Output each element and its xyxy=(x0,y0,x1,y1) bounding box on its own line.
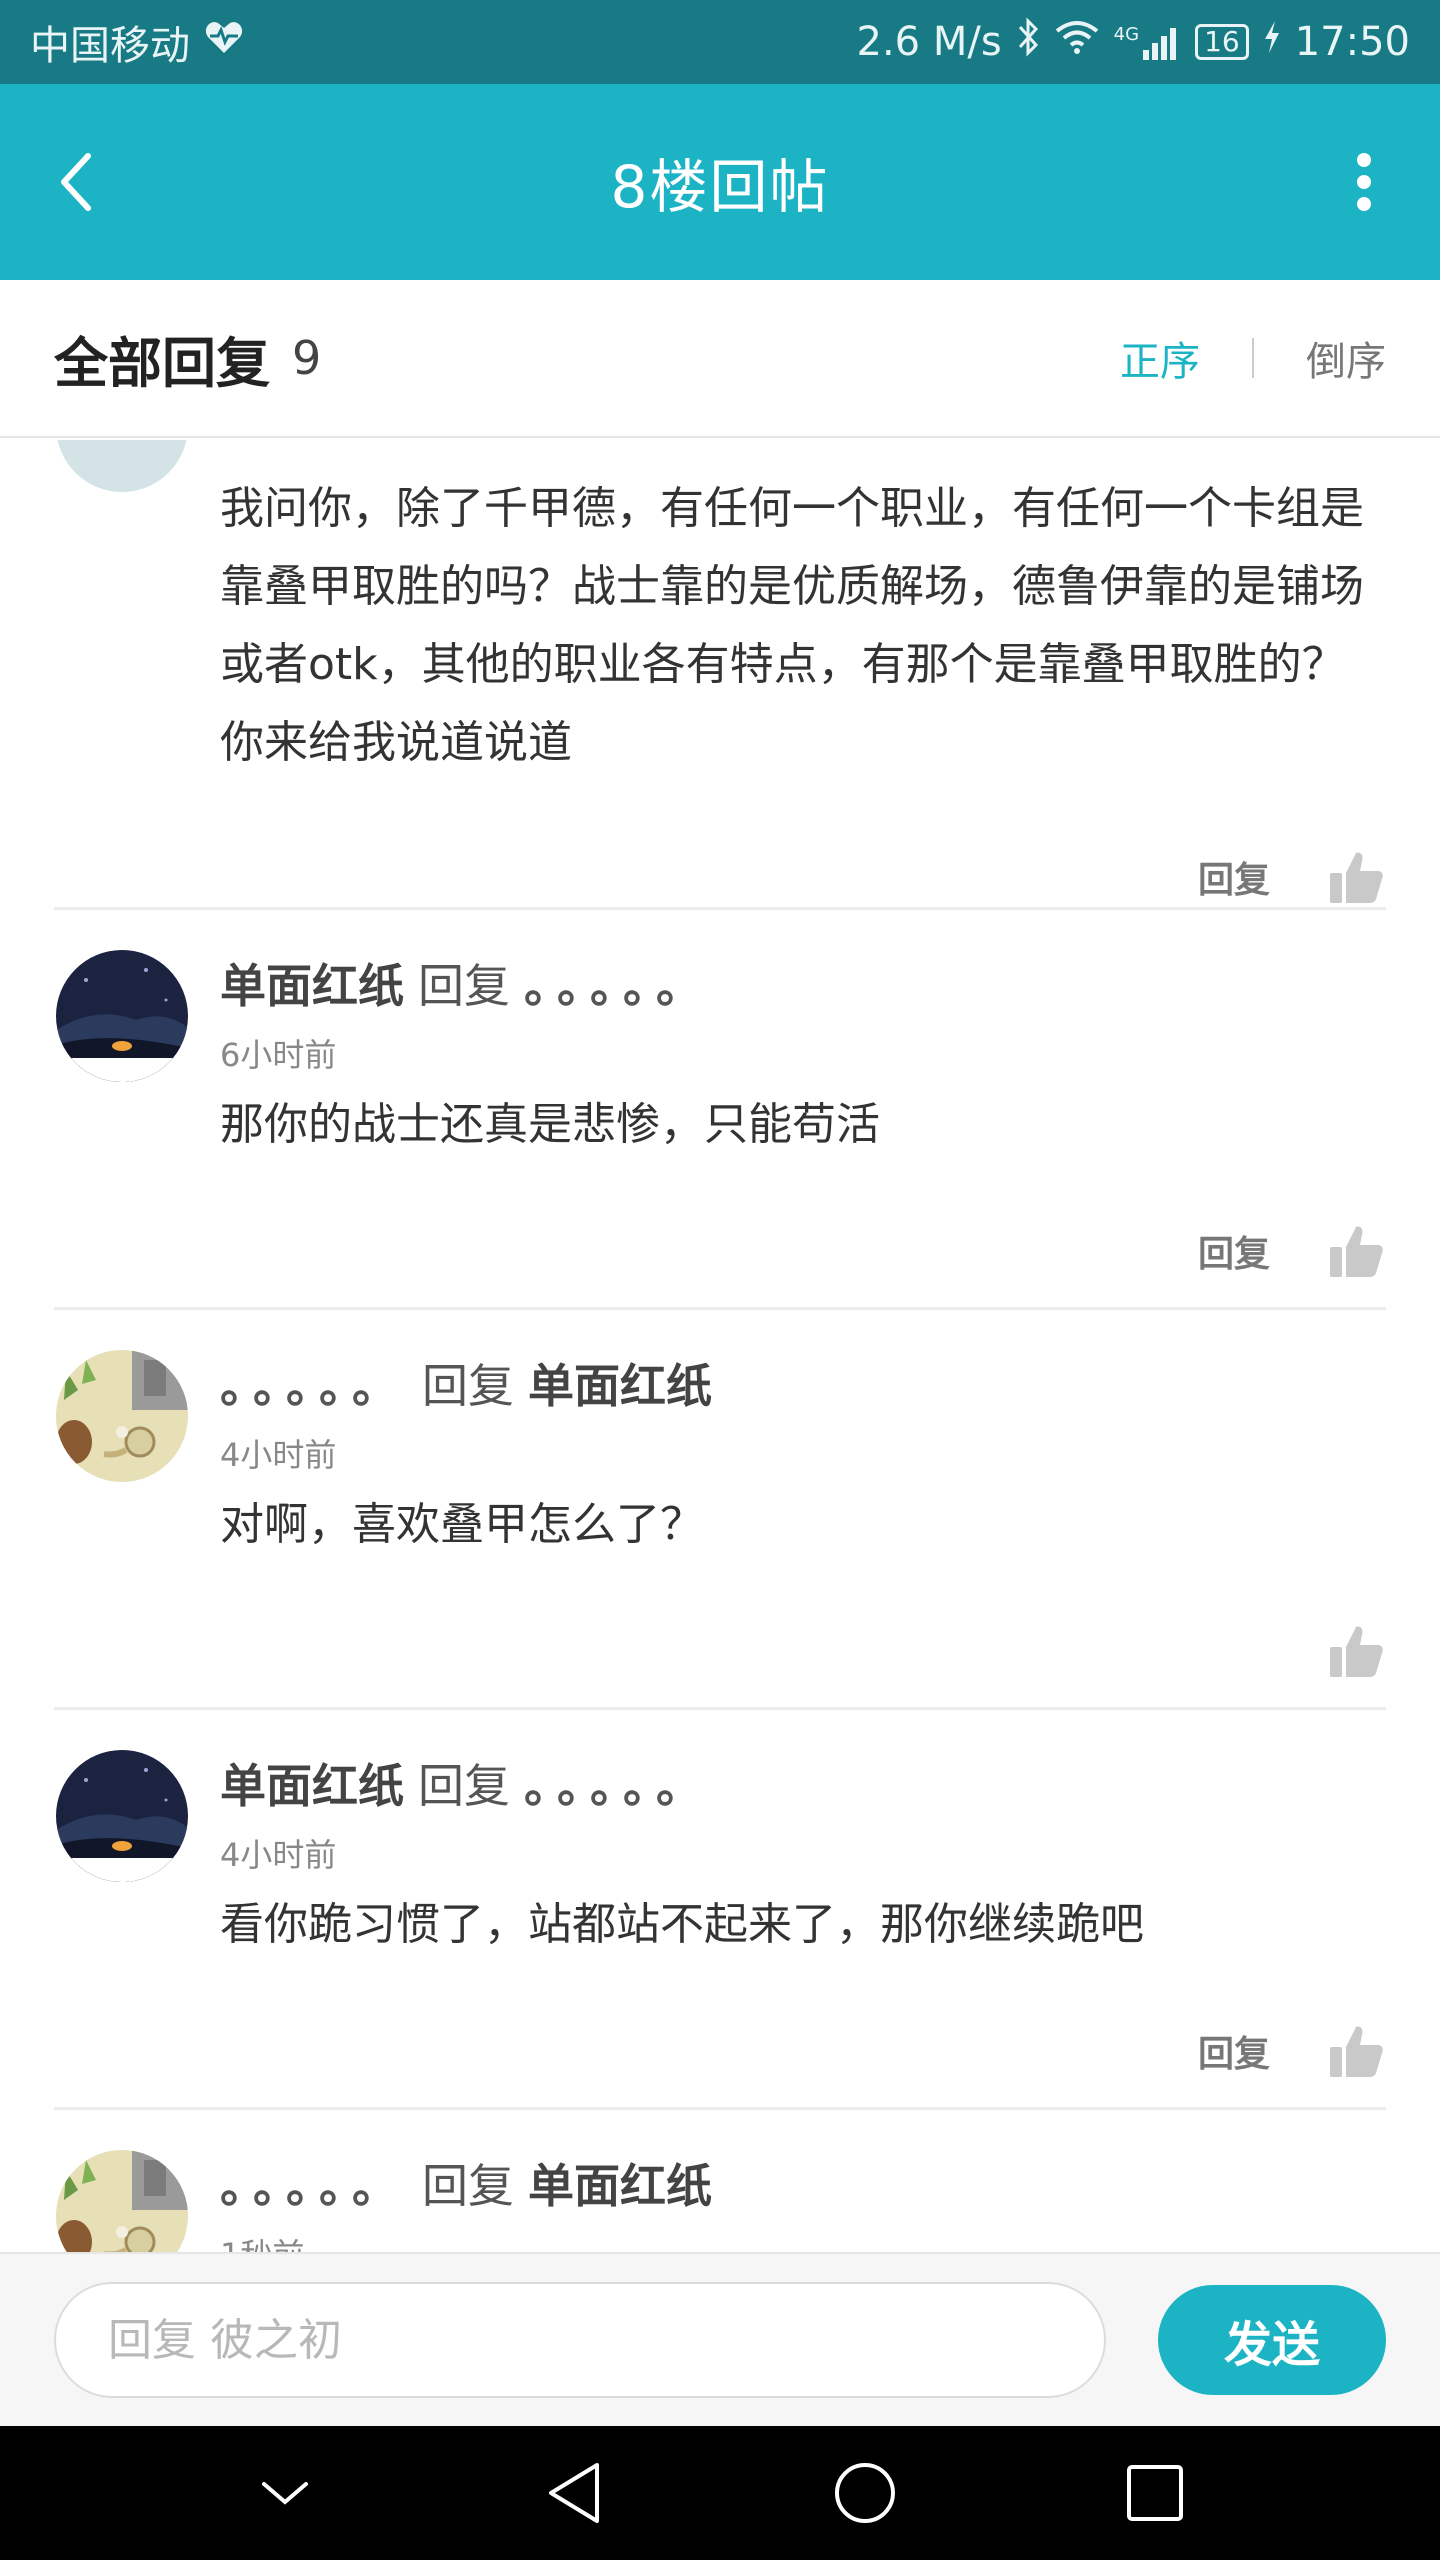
wifi-icon xyxy=(1054,19,1100,65)
target-name[interactable]: 单面红纸 xyxy=(528,1350,712,1416)
reply-body: 。。。。。 回复 单面红纸 1秒前 xyxy=(54,2150,1386,2252)
square-recents-icon xyxy=(1127,2465,1183,2521)
nav-collapse-button[interactable] xyxy=(245,2453,325,2533)
network-type-label: 4G xyxy=(1113,24,1140,45)
target-name[interactable]: 单面红纸 xyxy=(528,2150,712,2216)
avatar[interactable] xyxy=(56,1350,188,1482)
reply-time: 1秒前 xyxy=(220,2230,1386,2252)
status-right: 2.6 M/s 4G 16 17:50 xyxy=(857,17,1410,67)
status-left: 中国移动 xyxy=(30,13,244,71)
nav-back-button[interactable] xyxy=(535,2453,615,2533)
back-button[interactable] xyxy=(44,134,108,230)
circle-home-icon xyxy=(835,2463,895,2523)
sort-divider xyxy=(1252,338,1254,378)
reply-count: 9 xyxy=(292,331,322,385)
nav-recents-button[interactable] xyxy=(1115,2453,1195,2533)
sort-desc-button[interactable]: 倒序 xyxy=(1306,329,1386,387)
send-button[interactable]: 发送 xyxy=(1158,2285,1386,2395)
reply-text: 看你跪习惯了，站都站不起来了，那你继续跪吧 xyxy=(220,1899,1144,1950)
reply-text: 对啊，喜欢叠甲怎么了？ xyxy=(220,1499,704,1550)
reply-button[interactable]: 回复 xyxy=(1198,1225,1270,1277)
reply-word: 回复 xyxy=(422,2159,514,2213)
more-vertical-icon xyxy=(1357,153,1371,211)
reply-body: 单面红纸 回复 。。。。。 4小时前 看你跪习惯了，站都站不起来了，那你继续跪吧… xyxy=(54,1750,1386,2086)
reply-actions: 回复 xyxy=(220,2016,1386,2086)
author-name[interactable]: 。。。。。 xyxy=(220,2150,408,2216)
page-title: 8楼回帖 xyxy=(610,153,830,221)
reply-body: 单面红纸 回复 。。。。。 6小时前 那你的战士还真是悲惨，只能苟活 回复 xyxy=(54,950,1386,1286)
target-name[interactable]: 。。。。。 xyxy=(524,1750,712,1816)
avatar-night-scene-image xyxy=(56,950,188,1082)
reply-head: 。。。。。 回复 单面红纸 xyxy=(220,1350,1386,1416)
reply-time: 4小时前 xyxy=(220,1436,337,1474)
reply-button[interactable]: 回复 xyxy=(1198,851,1270,903)
thumbs-up-icon[interactable] xyxy=(1326,1221,1386,1281)
title-bar: 8楼回帖 xyxy=(0,84,1440,280)
author-name[interactable]: 。。。。。 xyxy=(220,1350,408,1416)
avatar-snail-garden-image xyxy=(56,1350,188,1482)
reply-text: 我问你，除了千甲德，有任何一个职业，有任何一个卡组是靠叠甲取胜的吗？战士靠的是优… xyxy=(220,483,1364,768)
clock: 17:50 xyxy=(1294,19,1410,65)
chevron-left-icon xyxy=(61,153,91,211)
reply-actions: 回复 xyxy=(220,1216,1386,1286)
reply-actions: 回复 xyxy=(220,842,1386,912)
avatar[interactable] xyxy=(56,1750,188,1882)
avatar[interactable] xyxy=(56,950,188,1082)
reply-head: 单面红纸 回复 。。。。。 xyxy=(220,1750,1386,1816)
heart-monitor-icon xyxy=(204,19,244,65)
reply-word: 回复 xyxy=(418,1759,510,1813)
reply-input-bar: 发送 xyxy=(0,2252,1440,2426)
bluetooth-icon xyxy=(1016,17,1040,67)
thumbs-up-icon[interactable] xyxy=(1326,2021,1386,2081)
carrier-label: 中国移动 xyxy=(30,23,190,69)
reply-head: 。。。。。 回复 单面红纸 xyxy=(220,2150,1386,2216)
reply-body: 。。。。。 回复 单面红纸 4小时前 对啊，喜欢叠甲怎么了？ xyxy=(54,1350,1386,1686)
avatar-night-scene-image xyxy=(56,1750,188,1882)
sort-actions: 正序 倒序 xyxy=(1120,329,1386,387)
reply-item: 。。。。。 回复 单面红纸 1秒前 xyxy=(54,2110,1386,2252)
battery-level: 16 xyxy=(1204,25,1240,58)
author-name[interactable]: 单面红纸 xyxy=(220,1750,404,1816)
reply-input[interactable] xyxy=(54,2282,1106,2398)
sort-asc-button[interactable]: 正序 xyxy=(1120,329,1200,387)
reply-item: 。。。。。 回复 单面红纸 4小时前 对啊，喜欢叠甲怎么了？ xyxy=(54,1310,1386,1710)
signal-icon: 4G xyxy=(1114,24,1181,60)
system-nav-bar xyxy=(0,2426,1440,2560)
reply-item: 单面红纸 回复 。。。。。 6小时前 那你的战士还真是悲惨，只能苟活 回复 xyxy=(54,910,1386,1310)
charging-icon xyxy=(1263,19,1281,65)
reply-body: 我问你，除了千甲德，有任何一个职业，有任何一个卡组是靠叠甲取胜的吗？战士靠的是优… xyxy=(54,470,1386,912)
reply-actions xyxy=(220,1616,1386,1686)
reply-time: 4小时前 xyxy=(220,1836,337,1874)
reply-button[interactable]: 回复 xyxy=(1198,2025,1270,2077)
sort-header: 全部回复 9 正序 倒序 xyxy=(0,280,1440,438)
more-menu-button[interactable] xyxy=(1332,134,1396,230)
reply-text: 那你的战士还真是悲惨，只能苟活 xyxy=(220,1099,880,1150)
status-bar: 中国移动 2.6 M/s 4G 16 17:50 xyxy=(0,0,1440,84)
speed-label: 2.6 M/s xyxy=(856,19,1002,65)
reply-word: 回复 xyxy=(418,959,510,1013)
chevron-down-icon xyxy=(262,2482,308,2505)
reply-word: 回复 xyxy=(422,1359,514,1413)
author-name[interactable]: 单面红纸 xyxy=(220,950,404,1016)
battery-icon: 16 xyxy=(1195,24,1249,60)
thumbs-up-icon[interactable] xyxy=(1326,847,1386,907)
thumbs-up-icon[interactable] xyxy=(1326,1621,1386,1681)
triangle-back-icon xyxy=(549,2463,599,2523)
reply-time: 6小时前 xyxy=(220,1036,337,1074)
nav-home-button[interactable] xyxy=(825,2453,905,2533)
all-replies-title: 全部回复 xyxy=(54,331,270,395)
reply-list: 我问你，除了千甲德，有任何一个职业，有任何一个卡组是靠叠甲取胜的吗？战士靠的是优… xyxy=(0,440,1440,2252)
reply-item: 单面红纸 回复 。。。。。 4小时前 看你跪习惯了，站都站不起来了，那你继续跪吧… xyxy=(54,1710,1386,2110)
reply-item: 我问你，除了千甲德，有任何一个职业，有任何一个卡组是靠叠甲取胜的吗？战士靠的是优… xyxy=(54,440,1386,910)
reply-head: 单面红纸 回复 。。。。。 xyxy=(220,950,1386,1016)
target-name[interactable]: 。。。。。 xyxy=(524,950,712,1016)
